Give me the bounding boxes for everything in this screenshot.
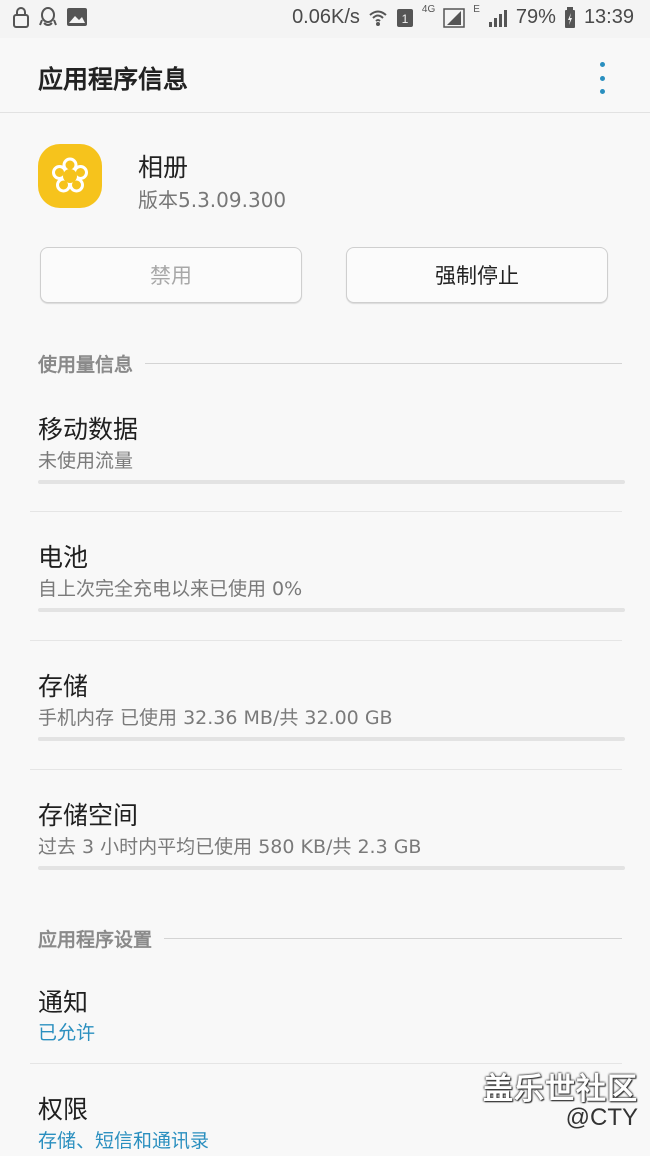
row-subtitle: 自上次完全充电以来已使用 0%	[38, 578, 303, 600]
row-title: 电池	[38, 543, 89, 572]
list-item-battery[interactable]: 电池 自上次完全充电以来已使用 0%	[0, 512, 650, 640]
section-divider-line	[145, 363, 622, 364]
network-speed: 0.06K/s	[292, 6, 360, 28]
usage-section-title: 使用量信息	[38, 354, 134, 376]
signal-icon	[443, 7, 465, 28]
row-title: 权限	[38, 1095, 89, 1124]
row-subtitle: 过去 3 小时内平均已使用 580 KB/共 2.3 GB	[38, 836, 422, 858]
app-name: 相册	[138, 153, 189, 182]
row-subtitle: 存储、短信和通讯录	[38, 1130, 210, 1152]
network-4g: 4G	[421, 4, 436, 15]
list-item-mobile-data[interactable]: 移动数据 未使用流量	[0, 390, 650, 512]
app-header: 相册 版本5.3.09.300	[0, 112, 650, 242]
usage-fill	[38, 737, 39, 741]
usage-bar	[38, 608, 625, 612]
row-title: 存储	[38, 672, 89, 701]
clock: 13:39	[583, 6, 634, 28]
status-right: 0.06K/s 1 4G E 79% 13:39	[292, 4, 634, 29]
app-version: 版本5.3.09.300	[138, 188, 287, 212]
status-bar: 0.06K/s 1 4G E 79% 13:39	[0, 0, 650, 38]
row-title: 存储空间	[38, 801, 139, 830]
row-subtitle: 未使用流量	[38, 450, 134, 472]
usage-bar	[38, 866, 625, 870]
list-item-notifications[interactable]: 通知 已允许	[0, 965, 650, 1063]
row-subtitle: 手机内存 已使用 32.36 MB/共 32.00 GB	[38, 707, 393, 729]
list-item-memory[interactable]: 存储空间 过去 3 小时内平均已使用 580 KB/共 2.3 GB	[0, 770, 650, 898]
list-item-storage[interactable]: 存储 手机内存 已使用 32.36 MB/共 32.00 GB	[0, 641, 650, 769]
watermark-logo: 盖乐世社区	[483, 1072, 638, 1107]
usage-section-header: 使用量信息	[38, 350, 622, 377]
usage-bar	[38, 480, 625, 484]
qq-icon	[38, 6, 58, 28]
gallery-flower-icon	[38, 144, 102, 208]
section-divider-line	[164, 938, 622, 939]
usage-bar	[38, 737, 625, 741]
app-bar: 应用程序信息	[0, 38, 650, 113]
image-icon	[66, 7, 88, 27]
sim-badge: 1	[402, 12, 409, 26]
wifi-icon	[368, 8, 388, 28]
force-stop-button[interactable]: 强制停止	[346, 247, 608, 303]
status-left	[12, 6, 88, 28]
row-subtitle: 已允许	[38, 1022, 96, 1044]
disable-button[interactable]: 禁用	[40, 247, 302, 303]
settings-section-title: 应用程序设置	[38, 929, 153, 951]
lock-icon	[12, 6, 30, 28]
row-title: 移动数据	[38, 415, 139, 444]
page-title: 应用程序信息	[38, 65, 189, 94]
sim-icon: 1	[396, 8, 414, 28]
settings-section-header: 应用程序设置	[38, 925, 622, 952]
battery-icon	[564, 6, 576, 29]
battery-percent: 79%	[515, 6, 556, 28]
signal-icon-2	[488, 8, 508, 28]
network-e: E	[473, 4, 480, 15]
watermark-author: @CTY	[565, 1104, 638, 1131]
more-vert-icon[interactable]	[590, 62, 614, 94]
row-title: 通知	[38, 988, 89, 1017]
